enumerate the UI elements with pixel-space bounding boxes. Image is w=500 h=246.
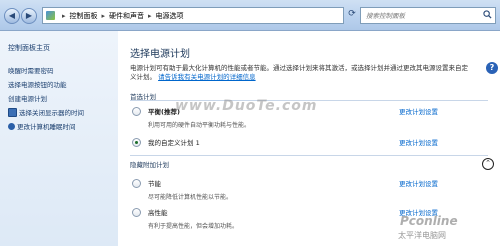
watermark-pconline: Pconline 太平洋电脑网 (386, 214, 498, 244)
forward-button[interactable]: ▶ (21, 8, 37, 24)
plan-custom-1[interactable]: 我的自定义计划 1 (132, 137, 200, 147)
breadcrumb-item-power-options[interactable]: 电源选项 (156, 11, 184, 21)
radio-custom-1[interactable] (132, 138, 141, 147)
change-settings-link-custom-1[interactable]: 更改计划设置 (399, 137, 438, 147)
breadcrumb: ▸ 控制面板 ▸ 硬件和声音 ▸ 电源选项 (58, 11, 184, 21)
sidebar-item-label: 选择电源按钮的功能 (8, 81, 67, 89)
chevron-right-icon[interactable]: ▸ (148, 12, 152, 20)
plan-name: 高性能 (148, 209, 168, 217)
sidebar-item-label: 更改计算机睡眠时间 (17, 123, 76, 131)
sidebar-item-label: 唤醒时需要密码 (8, 67, 54, 75)
sidebar-item-label: 选择关闭显示器的时间 (19, 109, 84, 117)
breadcrumb-item-hardware-sound[interactable]: 硬件和声音 (109, 11, 144, 21)
address-bar[interactable]: ▸ 控制面板 ▸ 硬件和声音 ▸ 电源选项 (42, 7, 344, 24)
plan-subtitle: 利用可用的硬件自动平衡功耗与性能。 (148, 122, 251, 129)
search-input[interactable] (364, 8, 478, 23)
page-title: 选择电源计划 (130, 49, 190, 60)
watermark-duote: www.DuoTe.com (175, 98, 318, 114)
plan-subtitle: 有利于提高性能，但会增加功耗。 (148, 223, 239, 230)
refresh-icon[interactable]: ⟳ (346, 8, 358, 21)
sidebar-item-create-plan[interactable]: 创建电源计划 (8, 93, 47, 103)
chevron-up-icon[interactable]: ⌃ (482, 158, 494, 170)
back-button[interactable]: ◀ (4, 8, 20, 24)
page-description: 电源计划可有助于最大化计算机的性能或者节能。通过选择计划来将其激活，或选择计划并… (130, 64, 470, 82)
radio-high-performance[interactable] (132, 208, 141, 217)
title-bar: ◀ ▶ ▸ 控制面板 ▸ 硬件和声音 ▸ 电源选项 ⟳ (0, 0, 500, 31)
search-box[interactable] (360, 7, 496, 24)
radio-balanced[interactable] (132, 107, 141, 116)
moon-icon (8, 122, 15, 130)
chevron-right-icon: ▸ (62, 11, 66, 20)
control-panel-icon (46, 11, 55, 20)
plan-power-saver[interactable]: 节能 尽可能降低计算机性能以节能。 (132, 178, 232, 201)
plan-high-performance[interactable]: 高性能 有利于提高性能，但会增加功耗。 (132, 207, 238, 230)
plan-name: 平衡 (148, 108, 161, 116)
sidebar-item-label: 创建电源计划 (8, 95, 47, 103)
learn-more-link[interactable]: 请告诉我有关电源计划的详细信息 (158, 73, 256, 81)
search-icon[interactable] (483, 10, 492, 19)
sidebar-item-sleep[interactable]: 更改计算机睡眠时间 (8, 121, 76, 131)
change-settings-link-power-saver[interactable]: 更改计划设置 (399, 178, 438, 188)
plan-name: 我的自定义计划 1 (148, 139, 200, 147)
sidebar: 控制面板主页 唤醒时需要密码 选择电源按钮的功能 创建电源计划 选择关闭显示器的… (0, 31, 118, 246)
divider (130, 155, 488, 156)
help-icon[interactable]: ? (486, 62, 498, 74)
sidebar-title-control-panel-home[interactable]: 控制面板主页 (8, 43, 50, 53)
breadcrumb-item-control-panel[interactable]: 控制面板 (70, 11, 98, 21)
sidebar-item-power-buttons[interactable]: 选择电源按钮的功能 (8, 79, 67, 89)
monitor-icon (8, 107, 17, 117)
sidebar-item-display-off[interactable]: 选择关闭显示器的时间 (8, 107, 84, 117)
sidebar-item-require-password[interactable]: 唤醒时需要密码 (8, 65, 54, 75)
watermark-text: Pconline (400, 214, 458, 228)
watermark-text: 太平洋电脑网 (398, 231, 446, 240)
plan-subtitle: 尽可能降低计算机性能以节能。 (148, 194, 233, 201)
radio-power-saver[interactable] (132, 179, 141, 188)
section-label-hidden[interactable]: 隐藏附加计划 (130, 159, 169, 169)
change-settings-link-balanced[interactable]: 更改计划设置 (399, 106, 438, 116)
chevron-right-icon[interactable]: ▸ (102, 12, 106, 20)
plan-name: 节能 (148, 180, 161, 188)
